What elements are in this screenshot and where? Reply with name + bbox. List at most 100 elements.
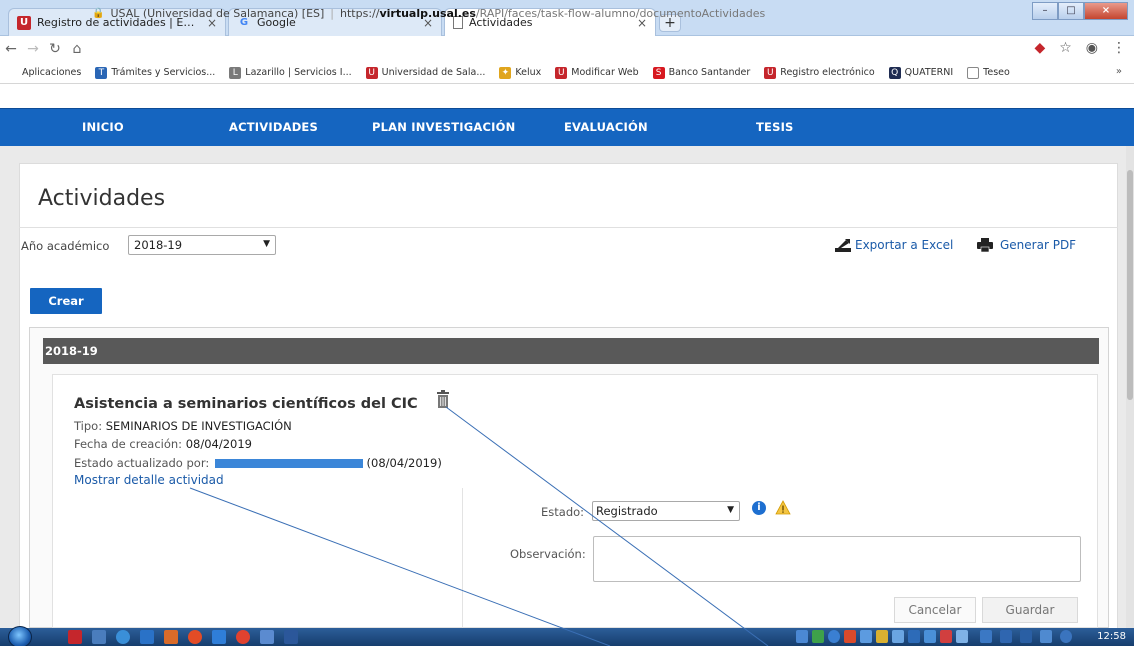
flag-icon[interactable] <box>1000 630 1012 643</box>
taskbar-word-icon[interactable] <box>284 630 298 644</box>
taskbar-app-icon[interactable] <box>116 630 130 644</box>
tray-icon[interactable] <box>860 630 872 643</box>
bookmarks-overflow-button[interactable]: » <box>1116 66 1122 77</box>
bookmark-item[interactable]: ⋮ Aplicaciones <box>6 66 81 79</box>
taskbar-app-icon[interactable] <box>68 630 82 644</box>
tray-icon[interactable] <box>1060 630 1072 643</box>
nav-evaluacion[interactable]: EVALUACIÓN <box>564 120 648 134</box>
url-separator: | <box>330 6 335 20</box>
info-icon[interactable]: i <box>752 501 766 515</box>
tray-icon[interactable] <box>796 630 808 643</box>
observation-textarea[interactable] <box>593 536 1081 582</box>
toolbar-right-icons: ◆ ☆ ◉ ⋮ <box>1034 40 1126 56</box>
chevron-down-icon: ▼ <box>263 239 270 249</box>
tray-icon[interactable] <box>956 630 968 643</box>
apps-grid-icon: ⋮ <box>6 66 18 79</box>
nav-plan-investigacion[interactable]: PLAN INVESTIGACIÓN <box>372 120 515 134</box>
nav-tesis[interactable]: TESIS <box>756 120 794 134</box>
bookmarks-bar: ⋮ Aplicaciones T Trámites y Servicios... L La… <box>0 62 1134 84</box>
bookmark-item[interactable]: U Registro electrónico <box>764 66 875 79</box>
bookmark-item[interactable]: T Trámites y Servicios... <box>95 66 215 79</box>
windows-start-icon[interactable] <box>8 626 32 646</box>
bookmark-item[interactable]: ✦ Kelux <box>499 66 542 79</box>
maximize-icon[interactable]: □ <box>1058 2 1084 20</box>
export-excel-button[interactable]: Exportar a Excel <box>835 238 953 252</box>
nav-actividades[interactable]: ACTIVIDADES <box>229 120 318 134</box>
bookmark-item[interactable]: Q QUATERNI <box>888 66 953 79</box>
title-divider <box>19 227 1118 228</box>
menu-dots-icon[interactable]: ⋮ <box>1112 40 1126 56</box>
document-icon <box>967 66 980 79</box>
forward-arrow-icon[interactable]: → <box>22 41 44 57</box>
kelux-icon: ✦ <box>499 66 512 79</box>
extension-icon[interactable]: ◆ <box>1034 40 1045 56</box>
tray-icon[interactable] <box>812 630 824 643</box>
academic-year-select[interactable]: 2018-19 ▼ <box>128 235 276 255</box>
scrollbar-thumb[interactable] <box>1127 170 1133 400</box>
status-select[interactable]: Registrado ▼ <box>592 501 740 521</box>
tray-icon[interactable] <box>924 630 936 643</box>
activity-card <box>52 374 1098 628</box>
window-controls: – □ × <box>1032 2 1128 20</box>
generate-pdf-button[interactable]: Generar PDF <box>976 238 1076 252</box>
url-bar[interactable]: 🔒 USAL (Universidad de Salamanca) [ES] |… <box>92 3 1012 23</box>
bookmark-label: Banco Santander <box>668 67 751 78</box>
bookmark-label: Registro electrónico <box>780 67 875 78</box>
academic-year-value: 2018-19 <box>134 238 183 252</box>
warning-icon[interactable] <box>775 500 791 516</box>
nav-inicio[interactable]: INICIO <box>82 120 124 134</box>
taskbar-outlook-icon[interactable] <box>212 630 226 644</box>
bookmark-star-icon[interactable]: ☆ <box>1059 40 1072 56</box>
volume-icon[interactable] <box>1040 630 1052 643</box>
lazarillo-icon: L <box>229 66 242 79</box>
activity-updated-label: Estado actualizado por: <box>74 456 210 470</box>
usal-icon: U <box>555 66 568 79</box>
taskbar-clock: 12:58 <box>1097 631 1126 642</box>
reload-icon[interactable]: ↻ <box>44 41 66 57</box>
profile-icon[interactable]: ◉ <box>1086 40 1098 56</box>
taskbar-chrome-icon[interactable] <box>236 630 250 644</box>
bookmark-item[interactable]: U Universidad de Sala... <box>365 66 485 79</box>
tray-icon[interactable] <box>876 630 888 643</box>
home-icon[interactable]: ⌂ <box>66 41 88 57</box>
tray-icon[interactable] <box>892 630 904 643</box>
url-path: /RAPI/faces/task-flow-alumno/documentoAc… <box>475 6 766 20</box>
taskbar-ie-icon[interactable] <box>140 630 154 644</box>
bookmark-item[interactable]: Teseo <box>967 66 1010 79</box>
tray-icon[interactable] <box>844 630 856 643</box>
activity-created-value: 08/04/2019 <box>185 437 252 451</box>
tray-icon[interactable] <box>940 630 952 643</box>
usal-icon: U <box>764 66 777 79</box>
cancel-button[interactable]: Cancelar <box>894 597 976 623</box>
bookmark-item[interactable]: S Banco Santander <box>652 66 751 79</box>
close-window-icon[interactable]: × <box>1084 2 1128 20</box>
tray-icon[interactable] <box>908 630 920 643</box>
santander-icon: S <box>652 66 665 79</box>
chevron-down-icon: ▼ <box>727 505 734 515</box>
tray-icon[interactable] <box>980 630 992 643</box>
activity-type-value: SEMINARIOS DE INVESTIGACIÓN <box>105 419 292 433</box>
bookmark-item[interactable]: L Lazarillo | Servicios I... <box>229 66 352 79</box>
create-button[interactable]: Crear <box>30 288 102 314</box>
taskbar-app-icon[interactable] <box>260 630 274 644</box>
back-arrow-icon[interactable]: ← <box>0 41 22 57</box>
show-activity-detail-link[interactable]: Mostrar detalle actividad <box>74 473 224 487</box>
taskbar-firefox-icon[interactable] <box>188 630 202 644</box>
windows-taskbar: 12:58 <box>0 626 1134 646</box>
bookmark-label: Teseo <box>983 67 1010 78</box>
observation-label: Observación: <box>510 547 586 561</box>
year-header: 2018-19 <box>43 338 1099 364</box>
tray-icon[interactable] <box>828 630 840 643</box>
taskbar-media-icon[interactable] <box>164 630 178 644</box>
usal-favicon-icon: U <box>17 15 31 30</box>
trash-icon[interactable] <box>436 389 450 409</box>
url-host: virtualp.usal.es <box>379 6 476 20</box>
bookmark-label: Kelux <box>515 67 542 78</box>
tray-icon[interactable] <box>1020 630 1032 643</box>
bookmark-label: Modificar Web <box>571 67 639 78</box>
save-button[interactable]: Guardar <box>982 597 1078 623</box>
taskbar-explorer-icon[interactable] <box>92 630 106 644</box>
bookmark-item[interactable]: U Modificar Web <box>555 66 639 79</box>
minimize-icon[interactable]: – <box>1032 2 1058 20</box>
bookmark-label: Lazarillo | Servicios I... <box>245 67 352 78</box>
